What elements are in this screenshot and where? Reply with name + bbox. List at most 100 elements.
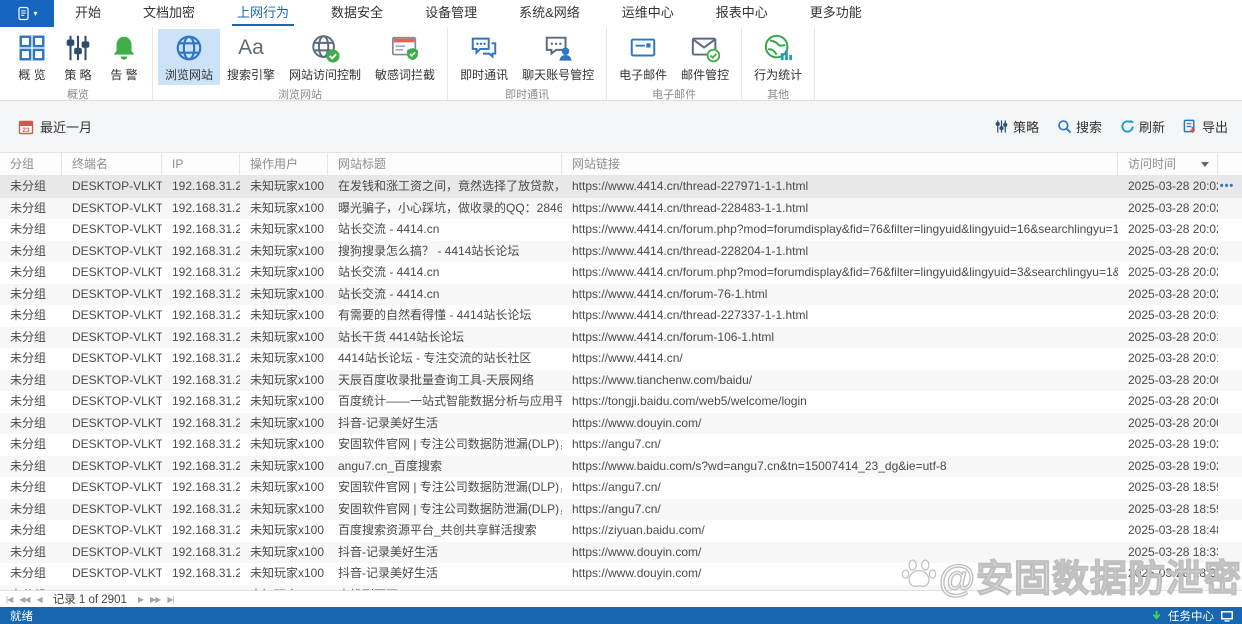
mail-control-button[interactable]: 邮件管控 (674, 29, 736, 85)
first-page-icon[interactable]: |◀ (6, 595, 12, 604)
col-header-group[interactable]: 分组 (0, 153, 62, 175)
tab-1[interactable]: 文档加密 (122, 0, 216, 27)
cell-time: 2025-03-28 20:02:12 (1118, 241, 1218, 263)
cell-time: 2025-03-28 20:00:25 (1118, 413, 1218, 435)
row-actions-button (1218, 563, 1242, 585)
col-header-terminal[interactable]: 终端名 (62, 153, 162, 175)
cell-user: 未知玩家x100 (240, 348, 328, 370)
policy-label: 策 略 (64, 66, 91, 83)
tab-6[interactable]: 运维中心 (601, 0, 695, 27)
col-header-title[interactable]: 网站标题 (328, 153, 562, 175)
cell-group: 未分组 (0, 370, 62, 392)
table-row[interactable]: 未分组DESKTOP-VLKTLE1192.168.31.27未知玩家x100安… (0, 477, 1242, 499)
cell-terminal: DESKTOP-VLKTLE1 (62, 198, 162, 220)
browse-websites-button[interactable]: 浏览网站 (158, 29, 220, 85)
email-button[interactable]: 电子邮件 (612, 29, 674, 85)
overview-button[interactable]: 概 览 (9, 29, 55, 85)
app-window: ▾ 开始文档加密上网行为数据安全设备管理系统&网络运维中心报表中心更多功能 概 … (0, 0, 1242, 624)
table-row[interactable]: 未分组DESKTOP-VLKTLE1192.168.31.27未知玩家x1004… (0, 348, 1242, 370)
policy-toolbar-button[interactable]: 策略 (994, 117, 1039, 136)
table-row[interactable]: 未分组DESKTOP-VLKTLE1192.168.31.27未知玩家x100百… (0, 520, 1242, 542)
table-row[interactable]: 未分组DESKTOP-VLKTLE1192.168.31.27未知玩家x100百… (0, 391, 1242, 413)
tab-2[interactable]: 上网行为 (216, 0, 310, 27)
tab-5[interactable]: 系统&网络 (498, 0, 601, 27)
policy-button[interactable]: 策 略 (55, 29, 101, 85)
chat-account-control-button[interactable]: 聊天账号管控 (515, 29, 601, 85)
instant-messaging-button[interactable]: 即时通讯 (453, 29, 515, 85)
row-actions-button (1218, 499, 1242, 521)
cell-title: 站长交流 - 4414.cn (328, 219, 562, 241)
table-row[interactable]: 未分组DESKTOP-VLKTLE1192.168.31.27未知玩家x100在… (0, 176, 1242, 198)
col-header-actions (1218, 153, 1242, 175)
ribbon-group-other: 行为统计 其他 (742, 27, 815, 100)
col-header-user[interactable]: 操作用户 (240, 153, 328, 175)
table-row[interactable]: 未分组DESKTOP-VLKTLE1192.168.31.27未知玩家x100站… (0, 262, 1242, 284)
table-row[interactable]: 未分组DESKTOP-VLKTLE1192.168.31.27未知玩家x100抖… (0, 542, 1242, 564)
cell-group: 未分组 (0, 542, 62, 564)
cell-user: 未知玩家x100 (240, 413, 328, 435)
tab-7[interactable]: 报表中心 (695, 0, 789, 27)
col-header-ip[interactable]: IP (162, 153, 240, 175)
col-header-time[interactable]: 访问时间 (1118, 153, 1218, 175)
export-icon (1183, 119, 1198, 134)
cell-title: 抖音-记录美好生活 (328, 413, 562, 435)
prev-page-icon[interactable]: ◀ (37, 595, 42, 604)
cell-time: 2025-03-28 20:02:58 (1118, 176, 1218, 198)
tab-4[interactable]: 设备管理 (404, 0, 498, 27)
table-row[interactable]: 未分组DESKTOP-VLKTLE1192.168.31.27未知玩家x100抖… (0, 563, 1242, 585)
mail-icon (628, 33, 658, 63)
ribbon-group-im: 即时通讯 聊天账号管控 即时通讯 (448, 27, 607, 100)
task-center-button[interactable]: 任务中心 (1168, 608, 1214, 624)
cell-user: 未知玩家x100 (240, 241, 328, 263)
date-range-selector[interactable]: 23 最近一月 (18, 117, 92, 136)
cell-url: https://angu7.cn/ (562, 434, 1118, 456)
cell-title: 曝光骗子，小心踩坑，做收录的QQ：28462... (328, 198, 562, 220)
chat-account-control-label: 聊天账号管控 (522, 66, 594, 83)
search-engine-button[interactable]: Aa 搜索引擎 (220, 29, 282, 85)
next-page-icon[interactable]: ▶ (138, 595, 143, 604)
cell-time: 2025-03-28 20:02:09 (1118, 262, 1218, 284)
last-page-icon[interactable]: ▶| (167, 595, 173, 604)
table-row[interactable]: 未分组DESKTOP-VLKTLE1192.168.31.27未知玩家x100a… (0, 456, 1242, 478)
alert-button[interactable]: 告 警 (101, 29, 147, 85)
refresh-toolbar-button[interactable]: 刷新 (1120, 117, 1165, 136)
cell-url: https://www.douyin.com/ (562, 542, 1118, 564)
cell-terminal: DESKTOP-VLKTLE1 (62, 542, 162, 564)
cell-ip: 192.168.31.27 (162, 348, 240, 370)
col-header-url[interactable]: 网站链接 (562, 153, 1118, 175)
app-menu-button[interactable]: ▾ (0, 0, 54, 27)
table-row[interactable]: 未分组DESKTOP-VLKTLE1192.168.31.27未知玩家x100安… (0, 499, 1242, 521)
site-access-control-button[interactable]: 网站访问控制 (282, 29, 368, 85)
cell-terminal: DESKTOP-VLKTLE1 (62, 456, 162, 478)
table-row[interactable]: 未分组DESKTOP-VLKTLE1192.168.31.27未知玩家x100站… (0, 219, 1242, 241)
cell-ip: 192.168.31.27 (162, 241, 240, 263)
overview-label: 概 览 (18, 66, 45, 83)
tab-8[interactable]: 更多功能 (789, 0, 883, 27)
table-row[interactable]: 未分组DESKTOP-VLKTLE1192.168.31.27未知玩家x100有… (0, 305, 1242, 327)
export-toolbar-button[interactable]: 导出 (1183, 117, 1228, 136)
sensitive-word-block-button[interactable]: 敏感词拦截 (368, 29, 442, 85)
export-toolbar-label: 导出 (1202, 117, 1228, 136)
search-toolbar-button[interactable]: 搜索 (1057, 117, 1102, 136)
aa-icon: Aa (236, 33, 266, 63)
cell-group: 未分组 (0, 434, 62, 456)
table-row[interactable]: 未分组DESKTOP-VLKTLE1192.168.31.27未知玩家x100曝… (0, 198, 1242, 220)
row-actions-button[interactable]: ••• (1218, 176, 1242, 198)
table-row[interactable]: 未分组DESKTOP-VLKTLE1192.168.31.27未知玩家x100安… (0, 434, 1242, 456)
monitor-icon[interactable] (1220, 610, 1234, 622)
cell-group: 未分组 (0, 327, 62, 349)
cell-terminal: DESKTOP-VLKTLE1 (62, 563, 162, 585)
table-row[interactable]: 未分组DESKTOP-VLKTLE1192.168.31.27未知玩家x100站… (0, 327, 1242, 349)
tab-0[interactable]: 开始 (54, 0, 122, 27)
table-row[interactable]: 未分组DESKTOP-VLKTLE1192.168.31.27未知玩家x100站… (0, 284, 1242, 306)
document-menu-icon (16, 6, 31, 21)
tab-3[interactable]: 数据安全 (310, 0, 404, 27)
next-group-icon[interactable]: ▶▶ (150, 595, 160, 604)
prev-group-icon[interactable]: ◀◀ (19, 595, 29, 604)
sort-arrow-icon[interactable] (1201, 162, 1209, 167)
behavior-stats-button[interactable]: 行为统计 (747, 29, 809, 85)
refresh-icon (1120, 119, 1135, 134)
table-row[interactable]: 未分组DESKTOP-VLKTLE1192.168.31.27未知玩家x100搜… (0, 241, 1242, 263)
table-row[interactable]: 未分组DESKTOP-VLKTLE1192.168.31.27未知玩家x100天… (0, 370, 1242, 392)
table-row[interactable]: 未分组DESKTOP-VLKTLE1192.168.31.27未知玩家x100抖… (0, 413, 1242, 435)
